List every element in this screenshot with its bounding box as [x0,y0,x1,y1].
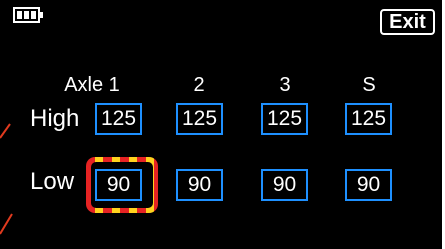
transmitter-screen: Exit Axle 1 2 3 S High Low 125 125 125 1… [0,0,445,249]
pointer-lines [0,123,13,235]
